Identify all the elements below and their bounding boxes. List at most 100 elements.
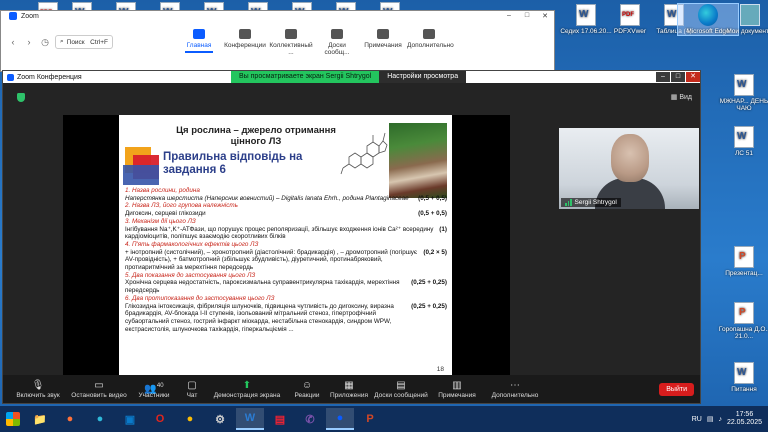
zoom-logo-icon <box>9 12 17 20</box>
zoom-tab[interactable]: Доски сообщ... <box>315 28 359 56</box>
slide-subtitle: Правильна відповідь на завдання 6 <box>163 151 303 176</box>
answer-heading: 3. Механізм дії цього ЛЗ <box>125 217 196 225</box>
zoom-icon[interactable]: ● <box>326 408 354 430</box>
whiteboard-control-button[interactable]: ▤ Доски сообщений <box>371 380 431 399</box>
windows-logo-icon <box>6 412 20 426</box>
chat-control-button[interactable]: ▢ Чат <box>177 380 207 399</box>
desktop-icon-label: Презентац... <box>725 270 763 277</box>
answer-body: + інотропний (систолічний), – хронотропн… <box>125 248 418 272</box>
pdf-icon[interactable]: ▤ <box>266 408 294 430</box>
shared-screen: Ця рослина – джерело отримання цінного Л… <box>63 115 510 377</box>
back-arrow-icon[interactable]: ‹ <box>7 37 19 47</box>
notes-control-button[interactable]: ▥ Примечания <box>431 380 483 399</box>
search-label: Поиск <box>66 38 85 46</box>
close-button[interactable]: ✕ <box>686 72 700 82</box>
participants-control-button[interactable]: 👥40 Участники <box>131 380 177 399</box>
explorer-icon[interactable]: 📁 <box>26 408 54 430</box>
chrome-icon[interactable]: ● <box>176 408 204 430</box>
answer-body: Дигоксин, серцеві глікозиди <box>125 210 206 218</box>
control-label: Приложения <box>329 391 369 399</box>
video-control-button[interactable]: ▭ Остановить видео <box>67 380 131 399</box>
settings-icon[interactable]: ⚙ <box>206 408 234 430</box>
opera-icon[interactable]: O <box>146 408 174 430</box>
zoom-tab[interactable]: Главная <box>177 28 221 56</box>
minimize-button[interactable]: – <box>656 72 670 82</box>
zoom-logo-icon <box>7 73 14 81</box>
desktop-icon[interactable]: Презентац... <box>714 246 768 277</box>
answer-score: (1) <box>439 225 447 233</box>
participant-count: 40 <box>156 382 164 389</box>
slide-decoration-blue <box>123 165 159 185</box>
security-shield-icon[interactable] <box>17 93 25 102</box>
desktop-icon-label: Мои документы <box>726 28 768 35</box>
answer-body: Глікозидна інтоксикація, фібриляція шлун… <box>125 302 394 333</box>
share-control-button[interactable]: ⬆ Демонстрация экрана <box>207 380 287 399</box>
apps-icon: ▦ <box>344 379 354 391</box>
search-box[interactable]: ⌕ Поиск Ctrl+F <box>55 35 113 49</box>
word-file-icon <box>734 74 754 96</box>
tab-label: Доски сообщ... <box>324 41 350 56</box>
participants-icon: 👥40 <box>144 382 164 394</box>
zoom-main-toolbar: ‹ › ◷ ⌕ Поиск Ctrl+F Главная Конференции К… <box>1 21 554 63</box>
control-label: Реакции <box>294 391 320 399</box>
clock[interactable]: 17:56 22.05.2025 <box>727 411 762 427</box>
desktop-icon[interactable]: МЖНАР... ДЕНЬ ЧАЮ <box>714 74 768 112</box>
firefox-icon[interactable]: ● <box>56 408 84 430</box>
maximize-button[interactable]: □ <box>671 72 685 82</box>
control-label: Примечания <box>438 391 476 399</box>
view-label: Вид <box>679 94 692 101</box>
powerpoint-icon[interactable]: P <box>356 408 384 430</box>
network-icon[interactable]: ▤ <box>707 415 714 423</box>
chemical-structure-image <box>340 132 388 175</box>
more-control-button[interactable]: ⋯ Дополнительно <box>483 380 547 399</box>
maximize-button[interactable]: □ <box>518 12 536 20</box>
zoom-tab[interactable]: Дополнительно <box>407 28 454 56</box>
apps-control-button[interactable]: ▦ Приложения <box>327 380 371 399</box>
control-label: Чат <box>186 391 198 399</box>
zoom-main-title: Zoom <box>21 12 39 20</box>
word-file-icon <box>734 362 754 384</box>
answer-body: Інгібування Na⁺,K⁺-АТФази, що порушує пр… <box>125 225 434 241</box>
mic-muted-icon: 🎙 <box>31 379 45 391</box>
word-icon[interactable]: W <box>236 408 264 430</box>
share-notice-text: Вы просматриваете экран Sergiі Shtrygol <box>231 71 380 83</box>
view-button[interactable]: ▦ Вид <box>671 93 692 101</box>
viber-icon[interactable]: ✆ <box>296 408 324 430</box>
participant-video-tile[interactable]: Sergiі Shtrygol <box>559 128 699 209</box>
video-icon: ▭ <box>94 379 104 391</box>
language-indicator[interactable]: RU <box>692 416 702 423</box>
edge-icon[interactable]: ● <box>86 408 114 430</box>
history-icon[interactable]: ◷ <box>39 37 51 48</box>
ppt-file-icon <box>734 302 754 324</box>
participant-face <box>611 134 649 182</box>
answer-list: 1. Назва рослини, родина Наперстянка шерс… <box>125 187 447 333</box>
mic-muted-control-button[interactable]: 🎙 Включить звук <box>9 380 67 399</box>
whiteboard-icon: ▤ <box>396 379 406 391</box>
zoom-main-titlebar: Zoom – □ ✕ <box>1 11 554 21</box>
store-icon[interactable]: ▣ <box>116 408 144 430</box>
desktop-icon[interactable]: Горопашна Д.О., 21.0... <box>714 302 768 340</box>
zoom-tab[interactable]: Конференции <box>223 28 267 56</box>
start-button[interactable] <box>2 408 24 430</box>
tab-label: Примечания <box>364 41 402 49</box>
zoom-tab[interactable]: Примечания <box>361 28 405 56</box>
reactions-control-button[interactable]: ☺ Реакции <box>287 380 327 399</box>
zoom-tab[interactable]: Коллективный ... <box>269 28 313 56</box>
forward-arrow-icon[interactable]: › <box>23 37 35 47</box>
minimize-button[interactable]: – <box>500 12 518 20</box>
desktop-icon[interactable]: Питання <box>714 362 768 393</box>
chat-icon: ▢ <box>187 379 197 391</box>
close-button[interactable]: ✕ <box>536 12 554 20</box>
desktop-icon[interactable]: Мои документы <box>720 4 768 35</box>
answer-score: (0,5 + 0,5) <box>418 194 447 202</box>
tab-label: Коллективный ... <box>269 41 313 56</box>
tab-label: Главная <box>186 41 212 49</box>
view-options-button[interactable]: Настройки просмотра <box>379 71 467 83</box>
leave-meeting-button[interactable]: Выйти <box>659 382 694 396</box>
answer-heading: 4. П'ять фармакологічних ефектів цього Л… <box>125 240 259 248</box>
volume-icon[interactable]: ♪ <box>718 416 722 423</box>
desktop-icon[interactable]: ЛС 51 <box>714 126 768 157</box>
system-tray: RU ▤ ♪ 17:56 22.05.2025 <box>692 411 766 427</box>
pc-file-icon <box>740 4 760 26</box>
zoom-main-window: Zoom – □ ✕ ‹ › ◷ ⌕ Поиск Ctrl+F Главная К… <box>0 10 555 72</box>
